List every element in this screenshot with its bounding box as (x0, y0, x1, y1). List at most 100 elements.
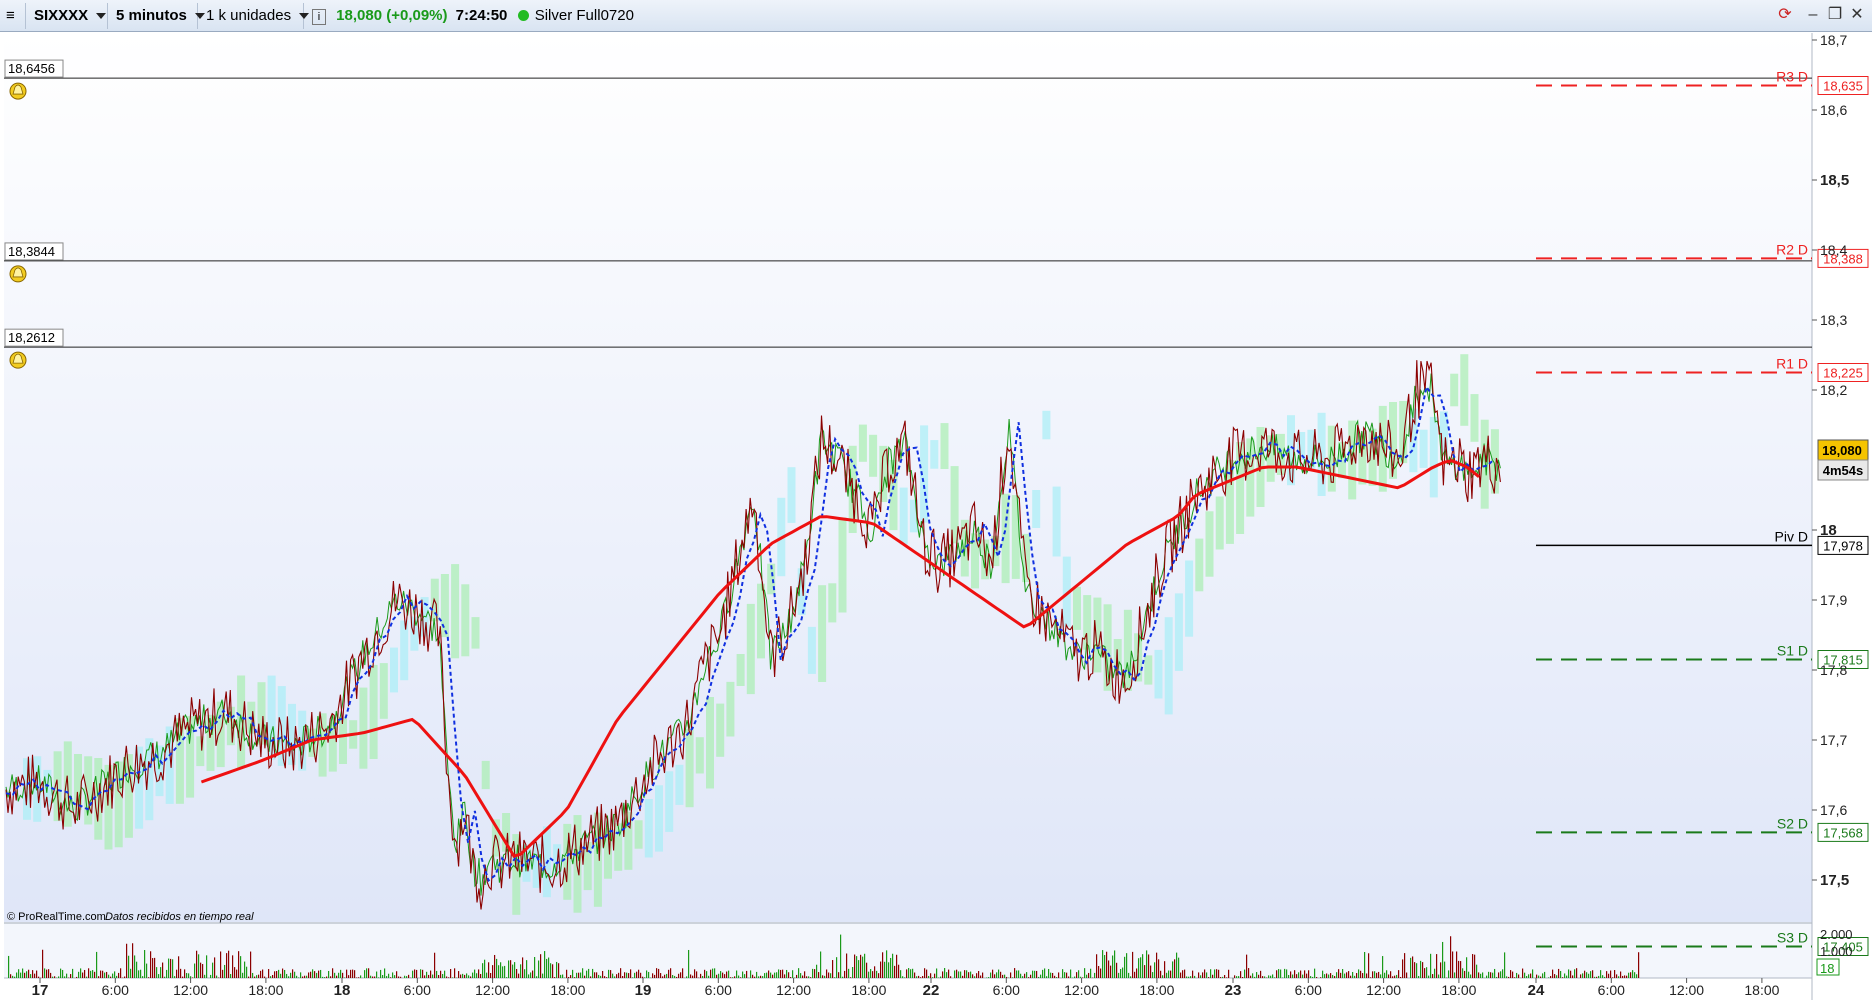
price-change: 18,080 (+0,09%) (336, 7, 448, 24)
units-label: 1 k unidades (206, 7, 292, 24)
volume-bar (330, 976, 332, 978)
volume-bar (572, 969, 574, 978)
volume-bar (1384, 972, 1386, 978)
volume-bar (1178, 957, 1180, 978)
volume-bar (1048, 968, 1050, 978)
volume-bar (1528, 974, 1530, 978)
volume-bar (846, 953, 848, 978)
timeframe-selector[interactable]: 5 minutos (108, 3, 205, 29)
volume-bar (1360, 970, 1362, 978)
volume-bar (904, 977, 906, 978)
volume-bar (532, 970, 534, 978)
alert-line-value: 18,6456 (8, 61, 55, 76)
volume-bar (690, 974, 692, 978)
volume-bar (256, 975, 258, 978)
volume-bar (386, 976, 388, 978)
volume-bar (1600, 970, 1602, 978)
volume-bar (1612, 977, 1614, 978)
volume-bar (1458, 960, 1460, 978)
volume-bar (772, 974, 774, 978)
close-icon[interactable]: ✕ (1848, 6, 1866, 24)
volume-bar (1164, 961, 1166, 978)
volume-bar (206, 955, 208, 978)
volume-bar (920, 977, 922, 978)
volume-bar (802, 975, 804, 978)
volume-bar (278, 969, 280, 978)
restore-icon[interactable]: ❐ (1826, 6, 1844, 24)
volume-bar (1454, 972, 1456, 978)
volume-bar (1380, 974, 1382, 978)
volume-bar (1556, 975, 1558, 978)
volume-bar (58, 976, 60, 978)
volume-bar (302, 976, 304, 978)
volume-axis-label: 1.000 (1820, 944, 1853, 959)
cloud-segment (1011, 495, 1020, 579)
volume-bar (542, 973, 544, 978)
volume-bar (640, 972, 642, 978)
volume-bar (76, 976, 78, 978)
volume-bar (510, 960, 512, 978)
volume-bar (1606, 971, 1608, 978)
volume-bar (1462, 968, 1464, 978)
volume-bar (272, 974, 274, 978)
volume-bar (504, 965, 506, 978)
volume-bar (806, 976, 808, 978)
volume-bar (1162, 975, 1164, 978)
volume-bar (1460, 961, 1462, 978)
volume-bar (28, 969, 30, 978)
x-tick-label: 18:00 (248, 982, 283, 998)
volume-bar (1218, 969, 1220, 978)
price-chart[interactable]: 18,6456 18,3844 18,2612 R3 D 18,635 R2 D 18,3… (0, 32, 1872, 1000)
volume-bar (716, 974, 718, 978)
volume-bar (612, 973, 614, 978)
volume-bar (1010, 972, 1012, 978)
volume-bar (902, 976, 904, 978)
copyright-label: © ProRealTime.com (7, 911, 106, 923)
volume-bar (762, 976, 764, 978)
pivot-name: Piv D (1775, 528, 1808, 544)
volume-bar (1364, 951, 1366, 978)
volume-bar (1574, 969, 1576, 978)
volume-bar (240, 956, 242, 978)
symbol-selector[interactable]: SIXXXX (26, 3, 108, 29)
menu-handle-icon[interactable]: ≡ (0, 3, 26, 29)
volume-bar (1638, 952, 1640, 978)
units-selector[interactable]: 1 k unidades (198, 3, 310, 29)
volume-bar (172, 959, 174, 978)
volume-bar (1086, 974, 1088, 978)
volume-bar (1290, 971, 1292, 978)
volume-bar (1016, 970, 1018, 978)
sync-icon[interactable]: ⟳ (1776, 6, 1794, 24)
volume-axis-labels: 2.000 1.000 18 (1816, 927, 1853, 976)
volume-bar (1628, 972, 1630, 978)
volume-bar (440, 970, 442, 978)
volume-bar (1518, 974, 1520, 978)
volume-bar (1284, 968, 1286, 978)
minimize-icon[interactable]: – (1804, 6, 1822, 24)
volume-bar (1080, 976, 1082, 978)
volume-bar (1530, 973, 1532, 978)
volume-bar (398, 976, 400, 978)
volume-bar (1508, 976, 1510, 978)
volume-bar (568, 976, 570, 978)
volume-bar (462, 973, 464, 978)
volume-bar (694, 969, 696, 978)
volume-bar (774, 972, 776, 978)
volume-bar (950, 976, 952, 978)
volume-bar (1456, 951, 1458, 978)
volume-bar (1512, 971, 1514, 978)
info-icon[interactable]: i (312, 9, 326, 25)
volume-bar (1308, 970, 1310, 978)
volume-bar (488, 962, 490, 978)
volume-bar (494, 954, 496, 978)
volume-bar (138, 970, 140, 978)
volume-bar (814, 969, 816, 978)
volume-bar (1554, 974, 1556, 978)
cloud-segment (1022, 533, 1030, 583)
volume-bar (112, 973, 114, 978)
volume-bar (1110, 965, 1112, 978)
volume-bar (1000, 971, 1002, 978)
volume-bar (344, 977, 346, 978)
volume-bar (1326, 973, 1328, 978)
volume-bar (314, 971, 316, 978)
